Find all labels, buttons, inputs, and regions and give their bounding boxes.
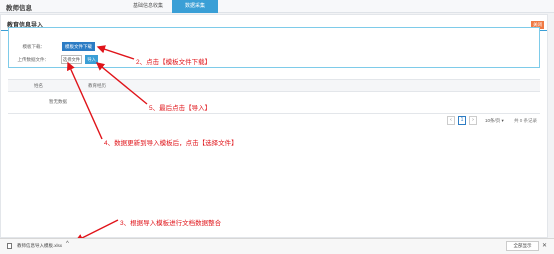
annotation-step-5: 5、最后点击【导入】 bbox=[149, 105, 212, 112]
pagination-next-button[interactable]: › bbox=[469, 116, 477, 125]
empty-message: 暂无数据 bbox=[49, 99, 67, 104]
file-icon bbox=[7, 243, 12, 249]
app-title: 教师信息 bbox=[6, 5, 32, 12]
column-header-name: 姓名 bbox=[34, 83, 43, 88]
page-size-select[interactable]: 10条/页 ▾ bbox=[485, 116, 511, 125]
total-records: 共 0 条记录 bbox=[514, 118, 538, 123]
annotation-step-2: 2、点击【模板文件下载】 bbox=[136, 59, 212, 66]
annotation-step-4: 4、数据更新到导入模板后，点击【选择文件】 bbox=[104, 140, 238, 147]
import-button[interactable]: 导入 bbox=[85, 55, 98, 64]
upload-file-label: 上传数据文件： bbox=[17, 57, 50, 62]
screen: 教师信息 基础信息收集 数据采集 教育信息导入 关闭 模板下载： 模板文件下载 … bbox=[0, 0, 554, 254]
close-icon[interactable]: ✕ bbox=[542, 242, 547, 249]
annotation-step-3: 3、根据导入模板进行文档数据整合 bbox=[120, 220, 222, 227]
downloaded-file-name[interactable]: 教师信息导入模板.xlsx bbox=[17, 243, 62, 249]
choose-file-button[interactable]: 选择文件 bbox=[61, 55, 82, 64]
column-header-education: 教育经历 bbox=[88, 83, 106, 88]
download-bar: 教师信息导入模板.xlsx ^ 全部显示 ✕ bbox=[0, 238, 554, 254]
template-download-button[interactable]: 模板文件下载 bbox=[62, 42, 95, 51]
chevron-up-icon[interactable]: ^ bbox=[66, 241, 69, 247]
table-empty-row: 暂无数据 bbox=[8, 92, 540, 114]
pagination-page-1[interactable]: 1 bbox=[458, 116, 466, 125]
tab-basic-info[interactable]: 基础信息收集 bbox=[124, 0, 172, 13]
show-all-button[interactable]: 全部显示 bbox=[506, 241, 539, 251]
top-nav-bar: 教师信息 基础信息收集 数据采集 bbox=[0, 0, 554, 13]
tab-data-collection[interactable]: 数据采集 bbox=[172, 0, 218, 13]
template-download-label: 模板下载： bbox=[22, 44, 46, 49]
pagination-prev-button[interactable]: ‹ bbox=[447, 116, 455, 125]
table-header: 姓名 教育经历 bbox=[8, 79, 540, 92]
